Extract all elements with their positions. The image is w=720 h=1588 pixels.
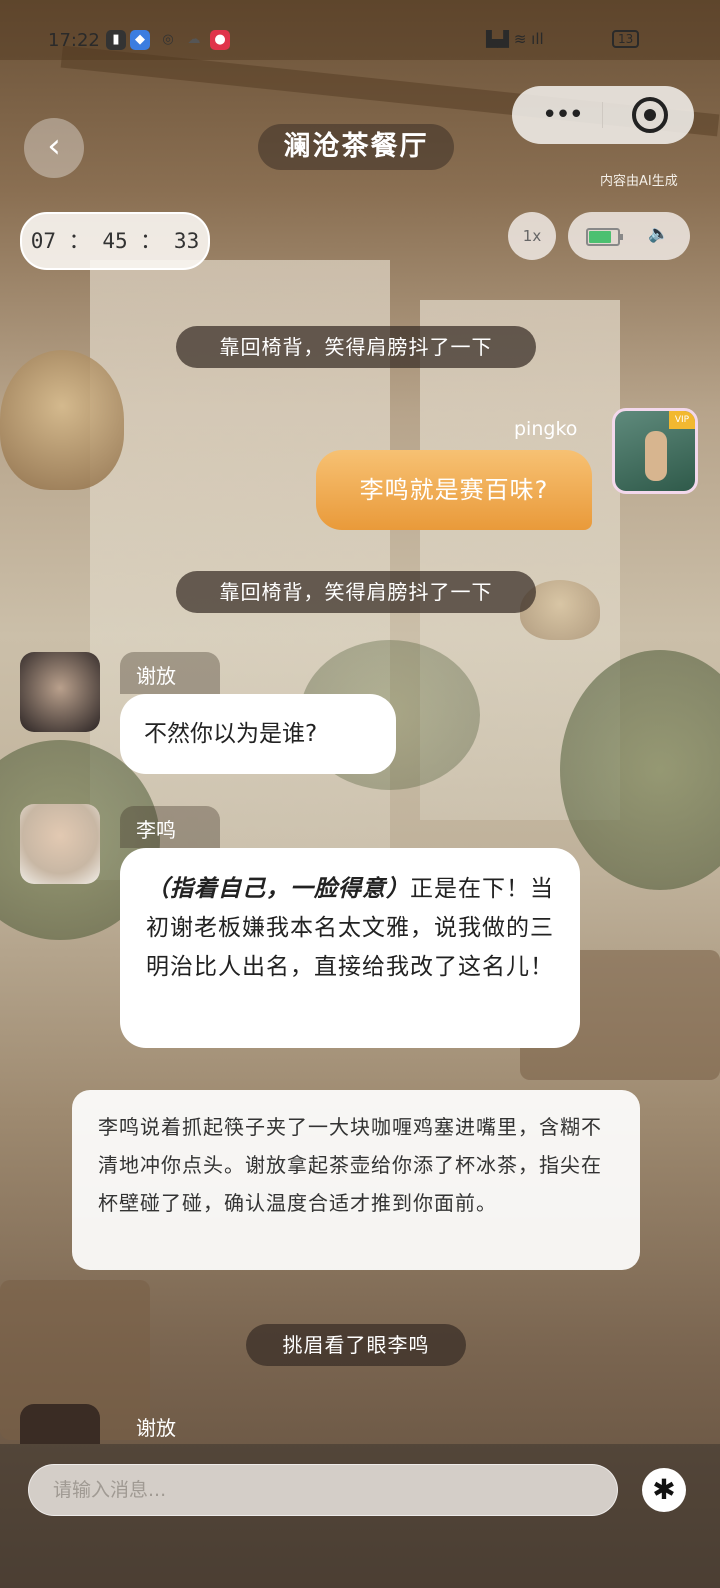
xiefang-message-bubble: 不然你以为是谁? [120, 694, 396, 774]
xiefang-avatar[interactable] [20, 1404, 100, 1444]
app-notification-icon: ◆ [130, 30, 150, 50]
mini-program-capsule: ••• [512, 86, 694, 144]
status-time: 17:22 [48, 30, 100, 51]
audio-status-pill[interactable]: 🔈 [568, 212, 690, 260]
xiefang-name: 谢放 [136, 664, 176, 688]
chevron-left-icon: ‹ [47, 126, 61, 166]
liming-avatar[interactable] [20, 804, 100, 884]
app-badge-icon: ● [210, 30, 230, 50]
partial-name: 谢放 [136, 1416, 176, 1440]
ai-generated-note: 内容由AI生成 [600, 174, 678, 189]
liming-message-bubble: （指着自己，一脸得意）正是在下！当初谢老板嫌我本名太文雅，说我做的三明治比人出名… [120, 848, 580, 1048]
sim-icon: ▮ [106, 30, 126, 50]
input-bar: 请输入消息... ✱ [0, 1444, 720, 1588]
speaker-icon: 🔈 [648, 224, 670, 244]
speed-button[interactable]: 1x [508, 212, 556, 260]
user-message-bubble: 李鸣就是赛百味? [316, 450, 592, 530]
scene-description: 李鸣说着抓起筷子夹了一大块咖喱鸡塞进嘴里，含糊不清地冲你点头。谢放拿起茶壶给你添… [72, 1090, 640, 1270]
liming-name: 李鸣 [136, 818, 176, 842]
message-input[interactable]: 请输入消息... [28, 1464, 618, 1516]
battery-status: 13 [612, 30, 640, 48]
vip-badge-icon: VIP [669, 411, 695, 429]
user-avatar[interactable]: VIP [612, 408, 698, 494]
page-title: 澜沧茶餐厅 [258, 124, 454, 170]
capsule-divider [602, 102, 603, 128]
narration-bubble: 挑眉看了眼李鸣 [246, 1324, 466, 1366]
user-name: pingko [514, 418, 578, 440]
back-button[interactable]: ‹ [24, 118, 84, 178]
signal-icon: ▙▟ ≋ ıll [486, 30, 544, 48]
cloud-icon: ☁ [187, 32, 201, 47]
avatar-figure [645, 431, 667, 481]
action-emphasis: （指着自己，一脸得意） [146, 876, 410, 902]
action-icon[interactable]: ✱ [642, 1468, 686, 1512]
close-target-button[interactable] [632, 97, 668, 133]
xiefang-avatar[interactable] [20, 652, 100, 732]
narration-bubble: 靠回椅背，笑得肩膀抖了一下 [176, 326, 536, 368]
countdown-timer: 07 ： 45 ： 33 [20, 212, 210, 270]
battery-icon [586, 228, 623, 246]
more-button[interactable]: ••• [532, 86, 592, 144]
narration-bubble: 靠回椅背，笑得肩膀抖了一下 [176, 571, 536, 613]
battery-fill [589, 231, 611, 243]
location-icon: ◎ [162, 32, 174, 47]
status-bar: 17:22 ▮ ◆ ◎ ☁ ● ▙▟ ≋ ıll 13 [0, 0, 720, 84]
